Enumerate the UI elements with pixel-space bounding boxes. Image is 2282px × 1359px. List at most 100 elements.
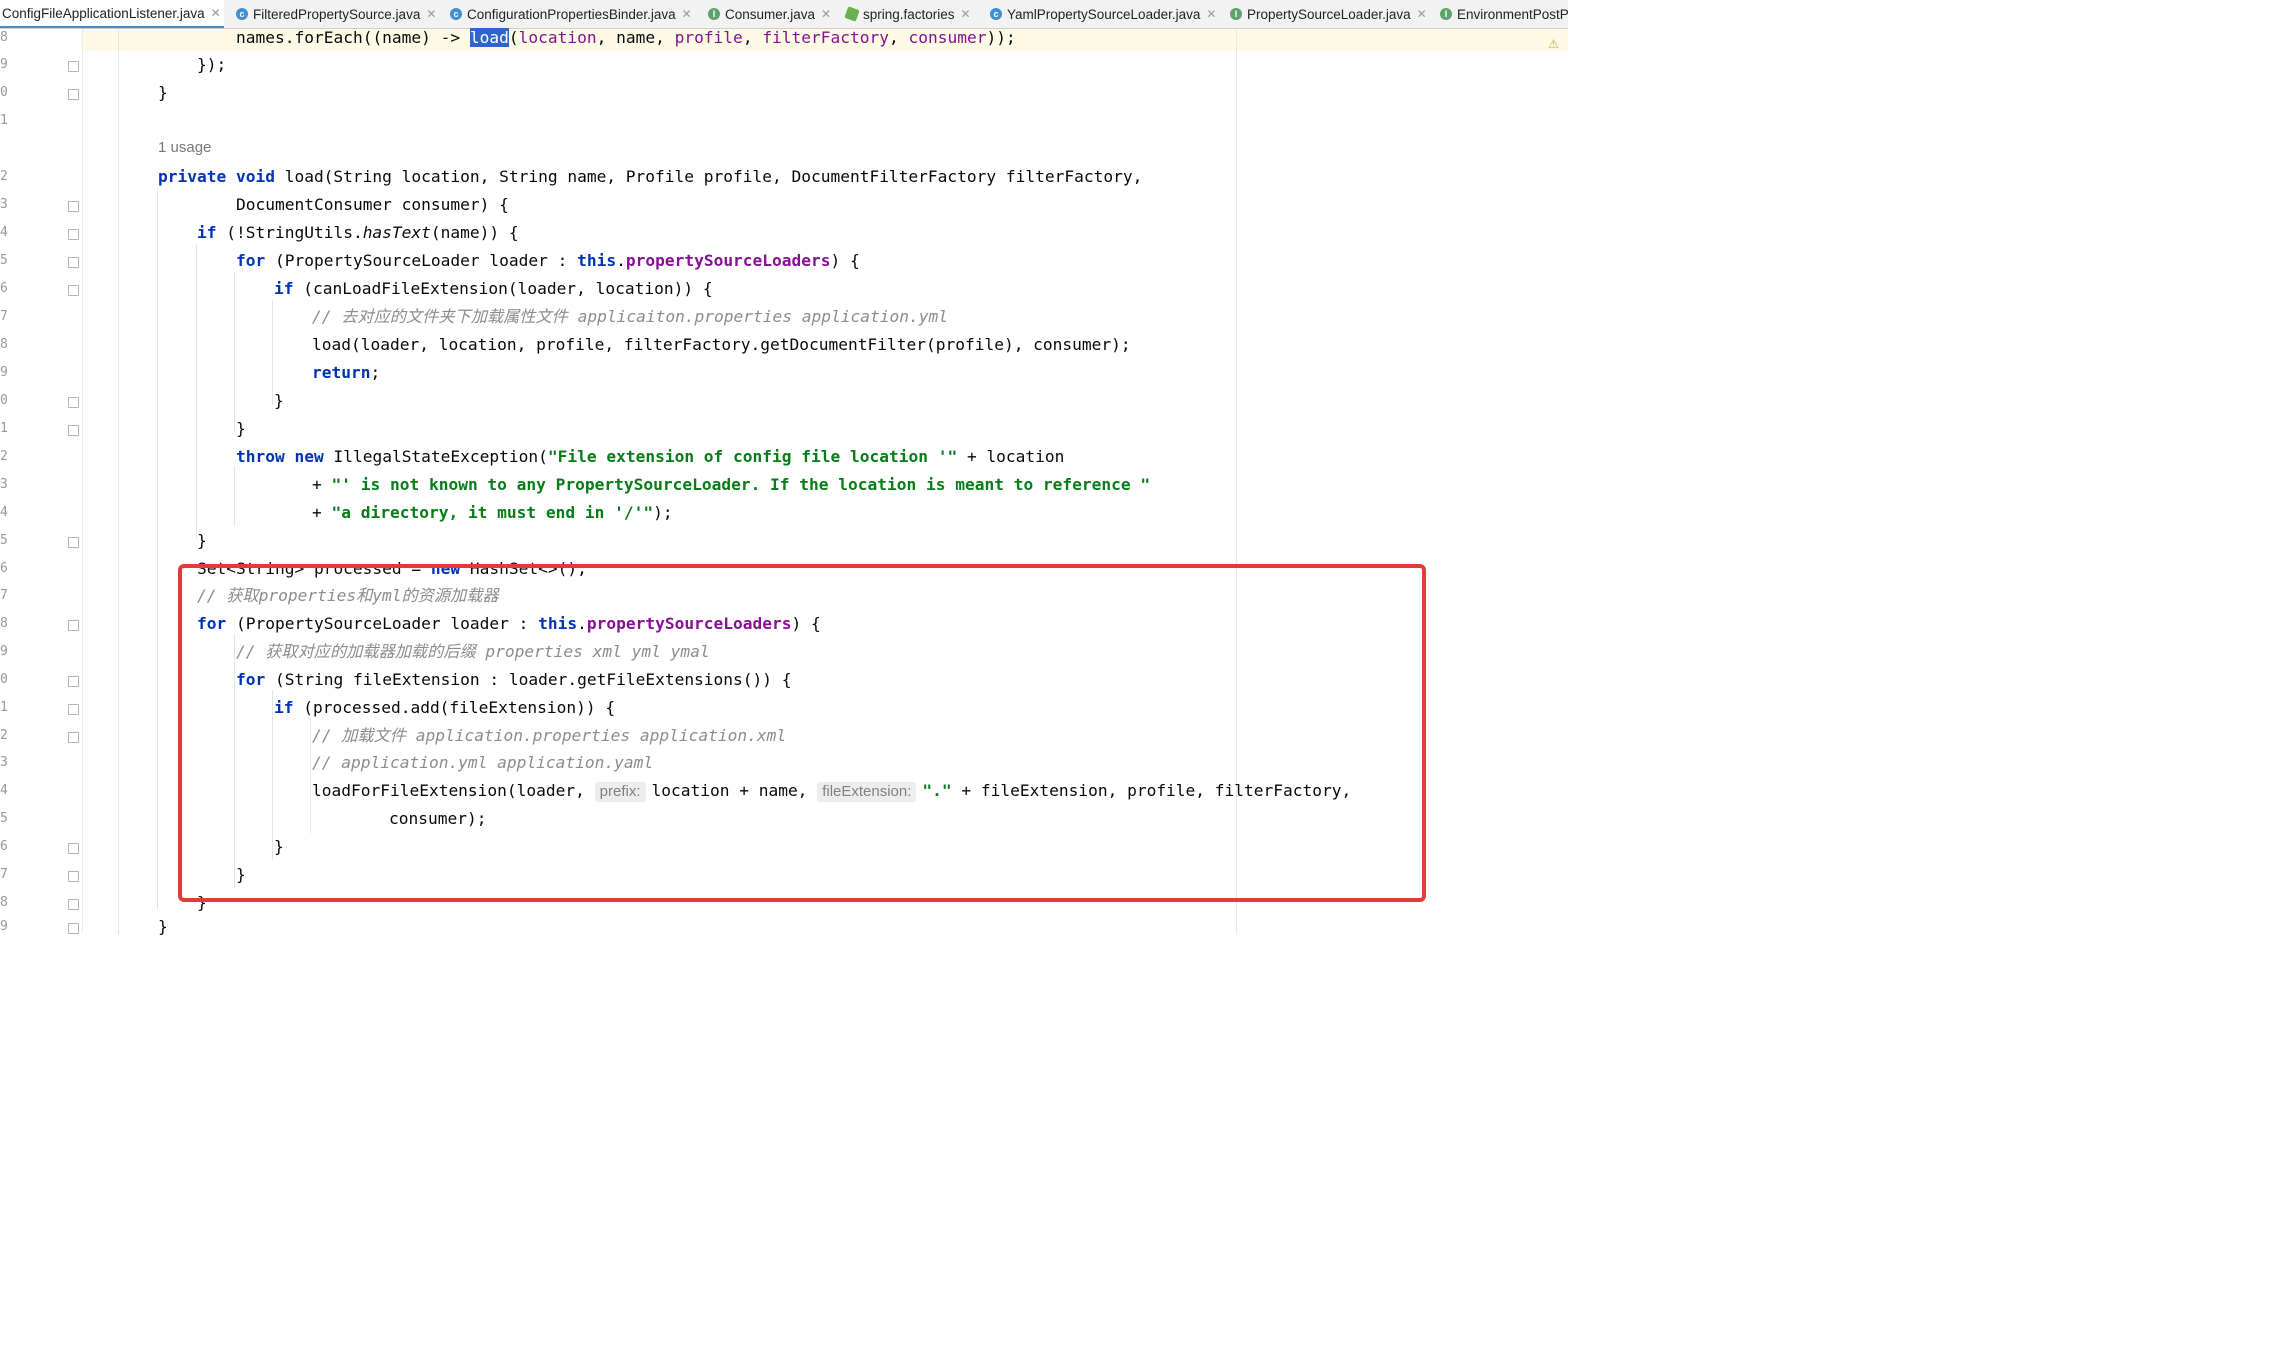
fold-marker-icon[interactable]: [68, 397, 79, 408]
close-icon[interactable]: ✕: [211, 6, 221, 20]
code-text: ) {: [830, 251, 860, 270]
code-text: + location: [957, 447, 1065, 466]
fold-marker-icon[interactable]: [68, 61, 79, 72]
code-line: }: [236, 419, 246, 438]
fold-marker-icon[interactable]: [68, 732, 79, 743]
tab-label: ConfigFileApplicationListener.java: [2, 5, 205, 21]
warning-icon[interactable]: ⚠: [1548, 37, 1559, 51]
fold-marker-icon[interactable]: [68, 871, 79, 882]
close-icon[interactable]: ✕: [426, 7, 436, 21]
line-number: 3: [0, 197, 8, 212]
indent-guide: [157, 189, 158, 909]
keyword: if: [274, 279, 294, 298]
code-line: });: [197, 55, 227, 74]
code-line: }: [158, 83, 168, 102]
fold-marker-icon[interactable]: [68, 229, 79, 240]
line-number: 4: [0, 505, 8, 520]
line-number: 1: [0, 421, 8, 436]
fold-marker-icon[interactable]: [68, 257, 79, 268]
line-number: 8: [0, 616, 8, 631]
line-number: 5: [0, 811, 8, 826]
fold-marker-icon[interactable]: [68, 537, 79, 548]
code-text: +: [312, 475, 332, 494]
close-icon[interactable]: ✕: [682, 7, 692, 21]
close-icon[interactable]: ✕: [961, 7, 971, 21]
line-number: 0: [0, 85, 8, 100]
code-text: load(String location, String name, Profi…: [284, 167, 1143, 186]
fold-marker-icon[interactable]: [68, 923, 79, 934]
line-number: 0: [0, 393, 8, 408]
code-line: names.forEach((name) -> load(location, n…: [236, 24, 1016, 52]
tab-label: spring.factories: [863, 6, 955, 22]
fold-marker-icon[interactable]: [68, 89, 79, 100]
line-number: 9: [0, 919, 8, 934]
line-number: 2: [0, 728, 8, 743]
tab-label: ConfigurationPropertiesBinder.java: [467, 6, 676, 22]
code-line: }: [158, 917, 168, 936]
string-literal: "a directory, it must end in '/'": [331, 503, 654, 522]
line-number: 9: [0, 57, 8, 72]
fold-marker-icon[interactable]: [68, 201, 79, 212]
code-line: }: [197, 531, 207, 550]
code-line: if (canLoadFileExtension(loader, locatio…: [274, 275, 713, 303]
close-icon[interactable]: ✕: [821, 7, 831, 21]
code-text: (!StringUtils.: [216, 223, 363, 242]
close-icon[interactable]: ✕: [1206, 7, 1216, 21]
line-number: 9: [0, 365, 8, 380]
code-text: consumer: [908, 28, 987, 47]
tab-label: EnvironmentPostPr: [1457, 6, 1568, 22]
tab-yaml-property-source-loader[interactable]: c YamlPropertySourceLoader.java ✕: [990, 0, 1216, 28]
keyword: this: [577, 251, 617, 270]
line-number: 6: [0, 281, 8, 296]
code-text: filterFactory: [762, 28, 890, 47]
tab-config-file-application-listener[interactable]: ConfigFileApplicationListener.java ✕: [0, 0, 224, 28]
line-number: 4: [0, 783, 8, 798]
code-text: location: [518, 28, 597, 47]
line-number: 6: [0, 561, 8, 576]
line-number: 5: [0, 533, 8, 548]
code-text: (name)) {: [430, 223, 519, 242]
code-line: + "a directory, it must end in '/'");: [312, 499, 673, 527]
fold-marker-icon[interactable]: [68, 620, 79, 631]
line-number: 2: [0, 449, 8, 464]
indent-guide: [272, 300, 273, 405]
line-number: 4: [0, 225, 8, 240]
fold-marker-icon[interactable]: [68, 899, 79, 910]
string-literal: "' is not known to any PropertySourceLoa…: [331, 475, 1151, 494]
class-icon: c: [990, 8, 1002, 20]
interface-icon: I: [1440, 8, 1452, 20]
line-number: 7: [0, 588, 8, 603]
tab-environment-post-processor[interactable]: I EnvironmentPostPr: [1440, 0, 1568, 28]
fold-marker-icon[interactable]: [68, 676, 79, 687]
comment-line: // 去对应的文件夹下加载属性文件 applicaiton.properties…: [312, 307, 948, 326]
line-number: 8: [0, 895, 8, 910]
keyword: return: [312, 363, 371, 382]
string-literal: "File extension of config file location …: [547, 447, 958, 466]
tab-label: PropertySourceLoader.java: [1247, 6, 1411, 22]
keyword: for: [236, 251, 266, 270]
fold-marker-icon[interactable]: [68, 425, 79, 436]
keyword: if: [197, 223, 217, 242]
highlight-annotation-box: [178, 564, 1426, 902]
code-text: , name,: [596, 28, 675, 47]
code-line: throw new IllegalStateException("File ex…: [236, 443, 1064, 471]
close-icon[interactable]: ✕: [1417, 7, 1427, 21]
code-text: ,: [889, 28, 909, 47]
fold-marker-icon[interactable]: [68, 704, 79, 715]
line-number: 3: [0, 477, 8, 492]
code-text: (canLoadFileExtension(loader, location))…: [293, 279, 713, 298]
field-reference: propertySourceLoaders: [625, 251, 831, 270]
code-editor[interactable]: 8 9 0 1 2 3 4 5 6 7 8 9 0 1 2 3 4 5 6 7 8 9 0 1 2 3 4 5 6 7 8 9 ⚠ 1 usa…: [0, 28, 1568, 936]
line-number: 7: [0, 309, 8, 324]
code-text: .: [616, 251, 626, 270]
fold-marker-icon[interactable]: [68, 843, 79, 854]
tab-label: Consumer.java: [725, 6, 816, 22]
usage-hint[interactable]: 1 usage: [158, 139, 211, 156]
interface-icon: I: [708, 8, 720, 20]
line-number: 1: [0, 113, 8, 128]
code-line: DocumentConsumer consumer) {: [236, 195, 509, 214]
code-text: names.forEach((name) ->: [236, 28, 470, 47]
tab-property-source-loader[interactable]: I PropertySourceLoader.java ✕: [1230, 0, 1427, 28]
indent-guide: [234, 272, 235, 432]
fold-marker-icon[interactable]: [68, 285, 79, 296]
